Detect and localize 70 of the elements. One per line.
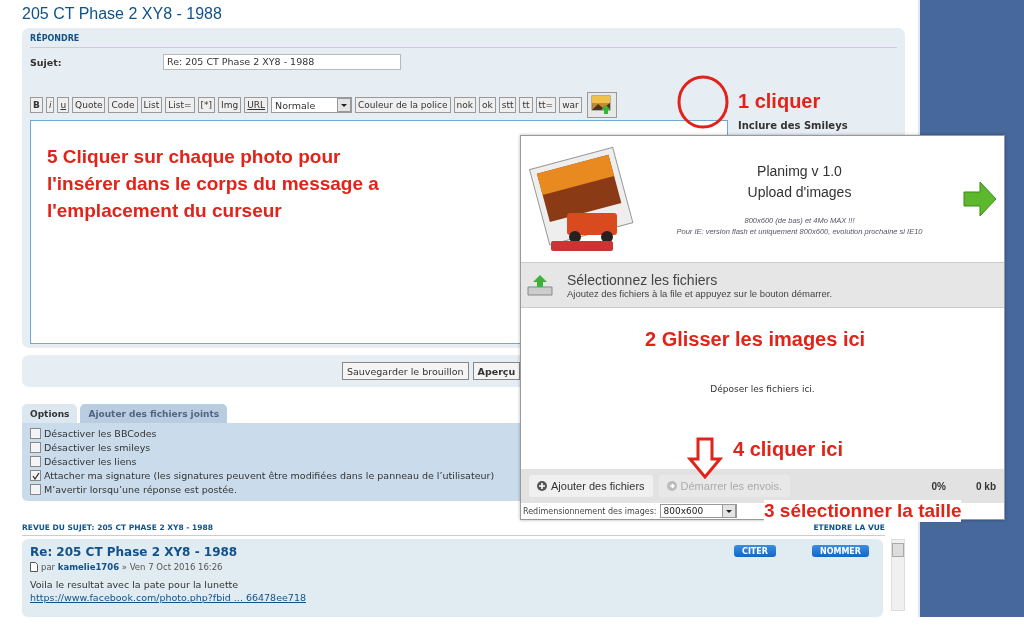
option-label: Désactiver les liens [44,456,137,467]
toolbar-button[interactable]: URL [244,97,269,113]
option-label: M’avertir lorsqu’une réponse est postée. [44,484,237,495]
instruction-annotation: 3 sélectionner la taille [764,500,962,522]
dropdown-caret-icon [337,98,352,112]
post-text: Voila le resultat avec la pate pour la lunette [30,579,240,590]
toolbar-button[interactable]: Img [218,97,242,113]
italic-button[interactable]: i [45,97,55,113]
scrollbar[interactable] [891,539,905,611]
instruction-annotation: 4 cliquer ici [733,438,844,461]
add-files-button[interactable]: Ajouter des fichiers [529,475,653,497]
uploader-subtitle: Upload d'images [746,183,853,202]
option-label: Désactiver les smileys [44,442,151,453]
save-draft-button[interactable]: Sauvegarder le brouillon [342,362,469,380]
file-select-hint: Ajoutez des fichiers à la file et appuyez sur le bouton démarrer. [567,287,833,299]
toolbar-button[interactable]: List= [165,97,195,113]
instruction-annotation: 2 Glisser les images ici [645,328,866,351]
subject-input[interactable]: Re: 205 CT Phase 2 XY8 - 1988 [163,54,401,70]
section-heading: RÉPONDRE [30,34,897,48]
page-title: 205 CT Phase 2 XY8 - 1988 [22,4,223,24]
instruction-annotation: 5 Cliquer sur chaque photo pour l'insérer dans le corps du message a l'emplacement du curseur [47,145,380,223]
toolbar-button[interactable]: Code [108,97,138,113]
font-size-select[interactable]: Normale [271,97,353,113]
field-label: Sujet: [30,56,63,68]
upload-size: 0 kb [976,480,996,492]
down-arrow-icon [687,437,723,479]
post-title: Re: 205 CT Phase 2 XY8 - 1988 [30,545,238,559]
resize-label: Redimensionnement des images: [523,506,657,516]
tab[interactable]: Options [22,404,78,423]
checkbox[interactable] [30,428,41,439]
bold-button[interactable]: B [30,97,43,113]
checkbox[interactable] [30,442,41,453]
toolbar-button[interactable]: tt [519,97,533,113]
post-byline: par kamelie1706 » Ven 7 Oct 2016 16:26 [41,562,223,572]
post-link[interactable]: https://www.facebook.com/photo.php?fbid ... 66478ee718 [30,592,306,603]
checkbox[interactable] [30,470,41,481]
toolbar-button[interactable]: [*] [197,97,216,113]
instruction-annotation: 1 cliquer [738,90,821,113]
preview-button[interactable]: Aperçu [472,362,521,380]
arrow-circle-icon [666,481,677,491]
highlight-circle [677,75,729,129]
toolbar-button[interactable]: tt= [535,97,557,113]
toolbar-button[interactable]: u [57,97,70,113]
checkbox[interactable] [30,484,41,495]
tab[interactable]: Ajouter des fichiers joints [80,404,228,423]
file-select-bar[interactable]: Sélectionnez les fichiers Ajoutez des fichiers à la file et appuyez sur le bouton démarrer. [521,262,1004,308]
toolbar-button[interactable]: stt [498,97,517,113]
toolbar-button[interactable]: Quote [72,97,106,113]
file-select-title: Sélectionnez les fichiers [567,271,719,288]
plus-icon [537,481,547,491]
toolbar-button[interactable]: war [559,97,582,113]
image-upload-button[interactable] [586,92,617,118]
resize-select[interactable]: 800x600 [659,504,737,518]
post-icon [30,562,38,572]
toolbar-button[interactable]: List [140,97,163,113]
upload-percent: 0% [931,480,946,492]
checkbox[interactable] [30,456,41,467]
smileys-heading: Inclure des Smileys [738,120,848,131]
uploader-title: Planimg v 1.0 [756,162,843,181]
right-arrow-icon[interactable] [962,180,998,218]
drop-hint: Déposer les fichiers ici. [710,383,815,394]
option-label: Attacher ma signature (les signatures peuvent être modifiées dans le panneau de l’utilisateur) [44,470,495,481]
picture-upload-icon [590,95,613,115]
upload-tray-icon [527,273,553,297]
toolbar-button[interactable]: ok [479,97,496,113]
mention-button[interactable]: NOMMER [811,545,869,557]
cite-button[interactable]: CITER [734,545,776,557]
toolbar-button[interactable]: nok [453,97,476,113]
toolbar-button[interactable]: Couleur de la police [355,97,451,113]
option-label: Désactiver les BBCodes [44,428,157,439]
